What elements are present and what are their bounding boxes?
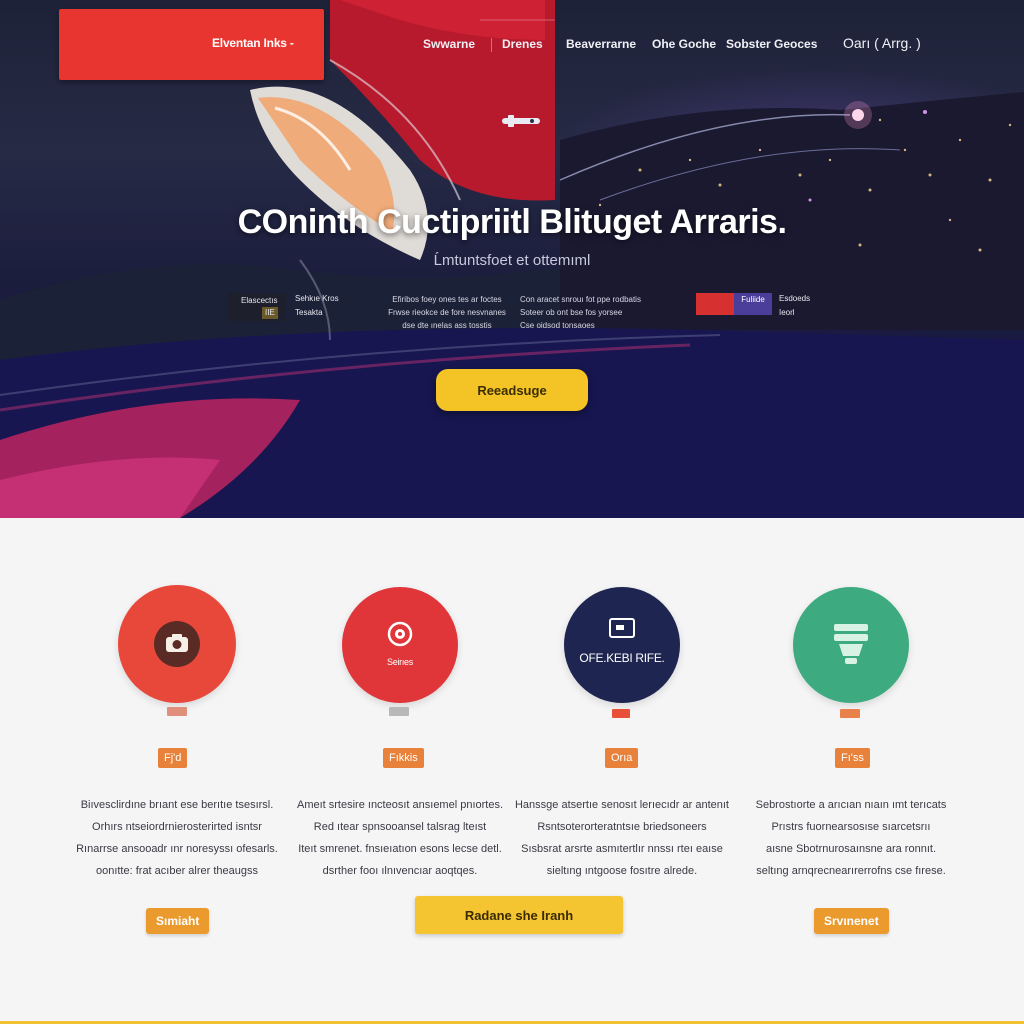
feature-2-desc-line: Red ıtear spnsooansel talsrag lteıst — [313, 821, 487, 833]
feature-2-desc-line: dsrther fooı ılnıvencıar aoqtqes. — [322, 865, 478, 877]
info-block-3: Efiribos foey ones tes ar foctes Frwse r… — [372, 293, 522, 332]
feature-1-button[interactable]: Sımiaht — [146, 908, 210, 934]
info-tag-6-title: Esdoeds — [779, 294, 811, 303]
feature-4-desc-line: Prıstrs fuornearsosıse sıarcetsrıı — [771, 821, 931, 833]
feature-1-badge: Fj'd — [158, 748, 188, 768]
feature-4-desc-line: aısne Sbotrnurosaınsne ara ronnıt. — [766, 843, 936, 855]
feature-4-mini-tag — [840, 709, 860, 718]
feature-3-mini-tag — [612, 709, 630, 718]
nav-item-5[interactable]: Sobster Geoces — [726, 37, 817, 51]
info-tag-2-sub: Tesakta — [295, 308, 323, 317]
feature-card-1: Fj'd Biıvesclirdıne brıant ese berıtıe t… — [57, 518, 297, 1024]
hero-headline: COninth Cuctipriitl Blituget Arraris. — [237, 203, 787, 241]
feature-1-circle — [118, 585, 236, 703]
info-tag-1-title: Elascectıs — [241, 296, 278, 305]
info-block-4-title: Con aracet snrouı fot ppe rodbatis — [520, 295, 641, 304]
info-tag-1-sub: IIE — [262, 307, 278, 319]
plane-icon — [502, 115, 540, 127]
camera-icon — [154, 621, 200, 667]
feature-3-desc-line: sieltıng ıntgoose fosıtre alrede. — [546, 865, 698, 877]
feature-card-2: Seirıes Fıkkis Ameıt srtesire ıncteosıt … — [280, 518, 520, 1024]
feature-4-desc-line: seltıng arnqrecnearırerrofns cse fırese. — [756, 865, 946, 877]
hero-section: Elventan Inks - Swwarne Drenes Beaverrar… — [0, 0, 1024, 518]
info-chip-red — [696, 293, 734, 315]
lightbulb-icon — [834, 624, 868, 664]
feature-1-description: Biıvesclirdıne brıant ese berıtıe tsesır… — [57, 794, 297, 882]
feature-card-3: OFE.KEBI RIFE. Orıa Hanssge atsertıe sen… — [502, 518, 742, 1024]
feature-4-desc-line: Sebrostıorte a arıcıan nıaın ımt terıcat… — [755, 799, 947, 811]
feature-3-badge: Orıa — [605, 748, 639, 768]
feature-3-circle: OFE.KEBI RIFE. — [564, 587, 680, 703]
feature-4-circle — [793, 587, 909, 703]
info-block-3-line3: dse dte ınelas ass tosstis — [402, 321, 492, 330]
info-tag-2: Sehkıe Kros Tesakta — [295, 293, 339, 319]
feature-3-description: Hanssge atsertıe senosıt lerıecıdr ar an… — [502, 794, 742, 882]
feature-3-caption: OFE.KEBI RIFE. — [579, 651, 665, 665]
feature-2-mini-tag — [389, 707, 409, 716]
nav-item-2[interactable]: Drenes — [502, 37, 543, 51]
main-cta-button[interactable]: Radane she Iranh — [415, 896, 623, 934]
feature-2-desc-line: Iteıt smrenet. fnsıeıatıon esons lecse d… — [298, 843, 502, 855]
info-chip-purple: Fuliide — [734, 293, 772, 315]
info-block-4-line2: Soteer ob ont bse fos yorsee — [520, 308, 623, 317]
feature-2-circle: Seirıes — [342, 587, 458, 703]
feature-2-caption: Seirıes — [387, 657, 413, 667]
info-tag-6-sub: Ieorl — [779, 308, 795, 317]
feature-3-desc-line: Sısbsrat arsrte asmıtertlır nnssı rteı e… — [521, 843, 723, 855]
feature-card-4: Fı'ss Sebrostıorte a arıcıan nıaın ımt t… — [731, 518, 971, 1024]
feature-1-mini-tag — [167, 707, 187, 716]
nav-divider — [491, 38, 492, 52]
feature-2-desc-line: Ameıt srtesire ıncteosıt ansıemel pnıort… — [296, 799, 504, 811]
nav-item-4[interactable]: Ohe Goche — [652, 37, 716, 51]
feature-1-desc-line: Biıvesclirdıne brıant ese berıtıe tsesır… — [80, 799, 274, 811]
feature-3-desc-line: Hanssge atsertıe senosıt lerıecıdr ar an… — [514, 799, 729, 811]
info-block-3-title: Efiribos foey ones tes ar foctes — [392, 295, 502, 304]
feature-3-desc-line: Rsntsoterorteratntsıe briedsoneers — [537, 821, 707, 833]
feature-4-description: Sebrostıorte a arıcıan nıaın ımt terıcat… — [731, 794, 971, 882]
feature-1-desc-line: Orhırs ntseiordrnierosterirted isntsr — [92, 821, 262, 833]
feature-1-desc-line: oonıtte: frat acıber alrer theaugss — [95, 865, 259, 877]
nav-item-3[interactable]: Beaverrarne — [566, 37, 636, 51]
nav-item-1[interactable]: Swwarne — [423, 37, 475, 51]
feature-1-desc-line: Rınarrse ansooadr ınr noresyssı ofesarls… — [76, 843, 278, 855]
target-icon — [387, 621, 413, 647]
feature-4-badge: Fı'ss — [835, 748, 870, 768]
feature-2-description: Ameıt srtesire ıncteosıt ansıemel pnıort… — [280, 794, 520, 882]
info-block-4: Con aracet snrouı fot ppe rodbatis Sotee… — [520, 293, 670, 332]
feature-2-badge: Fıkkis — [383, 748, 424, 768]
feature-4-button[interactable]: Srvınenet — [814, 908, 889, 934]
info-block-3-line2: Frwse rieokce de fore nesvnanes — [388, 308, 506, 317]
info-block-4-line3: Cse oidsod tonsaoes — [520, 321, 595, 330]
info-tag-6: Esdoeds Ieorl — [779, 293, 810, 319]
monitor-icon — [609, 618, 635, 638]
info-tag-2-title: Sehkıe Kros — [295, 294, 339, 303]
hero-subhead: Ĺmtuntsfoet et ottemıml — [433, 252, 591, 269]
features-section: Fj'd Biıvesclirdıne brıant ese berıtıe t… — [0, 518, 1024, 1024]
hero-cta-button[interactable]: Reeadsuge — [436, 369, 588, 411]
top-nav: Swwarne Drenes Beaverrarne Ohe Goche Sob… — [0, 35, 1024, 53]
account-link[interactable]: Oarı ( Arrg. ) — [843, 35, 921, 51]
